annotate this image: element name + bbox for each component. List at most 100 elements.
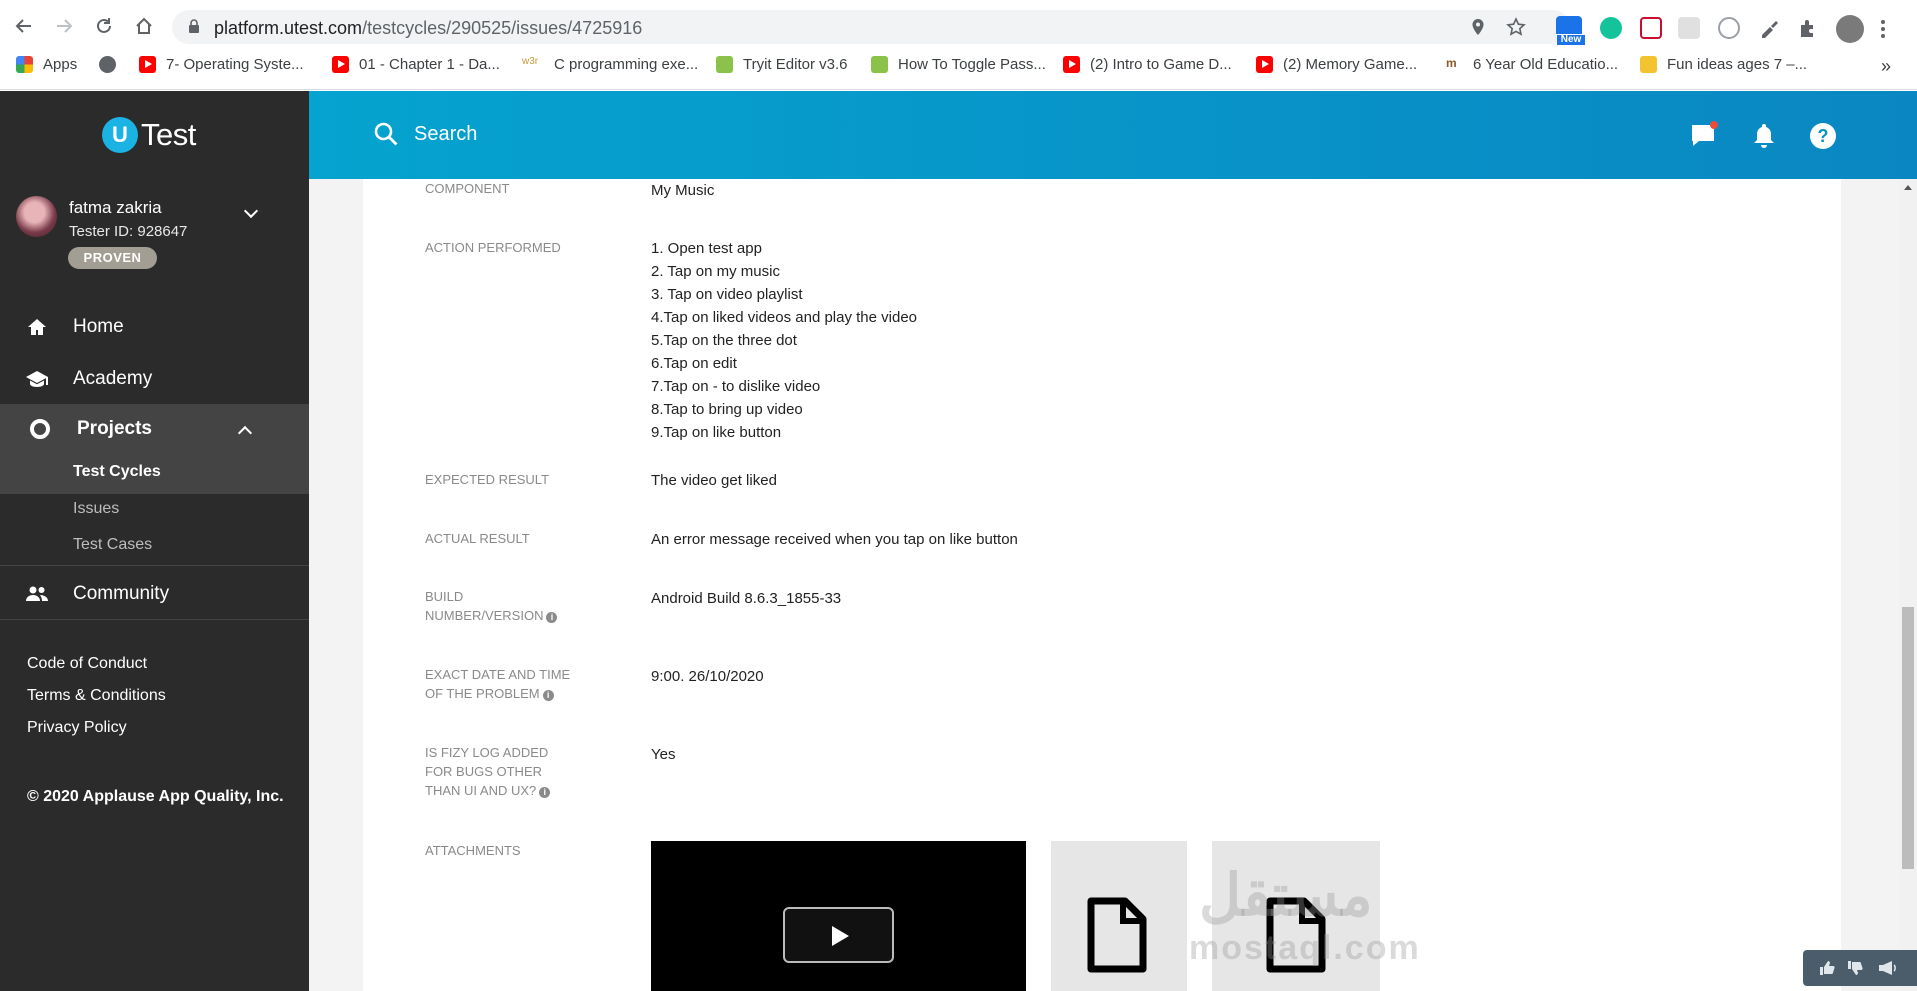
bookmark-apps[interactable]: Apps	[16, 56, 77, 73]
date-time-value: 9:00. 26/10/2020	[651, 668, 764, 685]
privacy-policy-link[interactable]: Privacy Policy	[27, 719, 127, 737]
actual-result-label: ACTUAL RESULT	[425, 531, 530, 546]
top-header: Search ?	[309, 91, 1917, 179]
grammarly-icon[interactable]	[1600, 17, 1622, 39]
avatar[interactable]	[16, 196, 57, 237]
thumbs-up-icon[interactable]	[1819, 960, 1835, 976]
file-attachment[interactable]	[1051, 841, 1187, 991]
url-path: /testcycles/290525/issues/4725916	[362, 18, 643, 38]
sidebar-subitem-issues[interactable]: Issues	[73, 500, 119, 518]
info-icon[interactable]: i	[546, 612, 558, 623]
page-scrollbar[interactable]	[1899, 179, 1917, 991]
scroll-up-arrow-icon[interactable]	[1904, 185, 1912, 190]
youtube-icon	[1256, 56, 1273, 73]
expected-result-value: The video get liked	[651, 472, 777, 489]
watermark-arabic: مستقل	[1199, 863, 1373, 928]
bookmark-operating-systems[interactable]: 7- Operating Syste...	[139, 56, 304, 73]
build-label: BUILD NUMBER/VERSION i	[425, 587, 558, 625]
sidebar-item-community[interactable]: Community	[0, 569, 309, 619]
action-step: 7.Tap on - to dislike video	[651, 378, 821, 395]
action-step: 9.Tap on like button	[651, 424, 782, 441]
terms-conditions-link[interactable]: Terms & Conditions	[27, 687, 166, 705]
profile-avatar-icon[interactable]	[1836, 15, 1864, 43]
bookmark-label: Tryit Editor v3.6	[743, 56, 848, 73]
action-step: 2. Tap on my music	[651, 263, 780, 280]
video-attachment[interactable]	[651, 841, 1026, 991]
extension-grey-icon[interactable]	[1678, 17, 1700, 39]
chevron-down-icon[interactable]	[243, 203, 259, 219]
megaphone-icon[interactable]	[1877, 960, 1899, 976]
info-icon[interactable]: i	[542, 690, 554, 701]
puzzle-icon[interactable]	[1797, 17, 1819, 39]
scrollbar-thumb[interactable]	[1902, 607, 1914, 869]
thumbs-down-icon[interactable]	[1847, 960, 1863, 976]
sidebar-item-projects[interactable]: Projects	[0, 406, 309, 452]
bookmark-globe[interactable]	[99, 56, 126, 73]
back-button[interactable]	[10, 12, 38, 40]
location-pin-icon[interactable]	[1470, 18, 1486, 36]
chevron-up-icon[interactable]	[237, 425, 253, 441]
file-icon	[1087, 897, 1147, 973]
sidebar-subitem-test-cycles[interactable]: Test Cycles	[73, 463, 161, 481]
bookmark-c-programming[interactable]: w3r C programming exe...	[522, 56, 698, 73]
date-label-line: OF THE PROBLEM	[425, 686, 540, 701]
reload-button[interactable]	[90, 12, 118, 40]
bookmark-toggle-password[interactable]: How To Toggle Pass...	[871, 56, 1046, 73]
attachments-label: ATTACHMENTS	[425, 843, 521, 858]
action-step: 8.Tap to bring up video	[651, 401, 803, 418]
bookmark-fun-ideas[interactable]: Fun ideas ages 7 –...	[1640, 56, 1807, 73]
bookmark-star-icon[interactable]	[1506, 17, 1526, 37]
extension-brush-icon[interactable]	[1758, 17, 1780, 39]
bookmarks-overflow-button[interactable]: »	[1881, 56, 1891, 77]
sidebar-subitem-test-cases[interactable]: Test Cases	[73, 536, 152, 554]
browser-menu-icon[interactable]	[1878, 16, 1888, 42]
bookmark-intro-game[interactable]: (2) Intro to Game D...	[1063, 56, 1232, 73]
browser-chrome: platform.utest.com/testcycles/290525/iss…	[0, 0, 1917, 90]
address-bar[interactable]: platform.utest.com/testcycles/290525/iss…	[172, 10, 1570, 44]
search-label[interactable]: Search	[414, 123, 477, 146]
extension-shield-icon[interactable]	[1640, 17, 1662, 39]
bookmark-education[interactable]: m 6 Year Old Educatio...	[1446, 56, 1618, 73]
apps-grid-icon	[16, 56, 33, 73]
chat-bubble-icon[interactable]	[1689, 121, 1719, 151]
component-value: My Music	[651, 182, 715, 199]
bookmark-label: 7- Operating Syste...	[166, 56, 304, 73]
arrow-left-icon	[15, 19, 31, 33]
forward-button[interactable]	[50, 12, 78, 40]
action-step: 4.Tap on liked videos and play the video	[651, 309, 918, 326]
home-button[interactable]	[130, 12, 158, 40]
smiley-icon	[1640, 56, 1657, 73]
sidebar-item-home[interactable]: Home	[0, 302, 309, 352]
info-icon[interactable]: i	[539, 787, 551, 798]
url-host: platform.utest.com	[214, 18, 363, 38]
sidebar-divider	[0, 619, 309, 620]
build-label-line: NUMBER/VERSION	[425, 608, 544, 623]
bookmark-label: C programming exe...	[554, 56, 699, 73]
extension-new-icon[interactable]: New	[1556, 16, 1586, 46]
play-icon[interactable]	[783, 907, 894, 963]
date-label-line: EXACT DATE AND TIME	[425, 667, 571, 682]
lock-icon	[189, 19, 199, 33]
sidebar-item-academy[interactable]: Academy	[0, 354, 309, 404]
extension-round-icon[interactable]	[1718, 17, 1740, 39]
globe-icon	[99, 56, 116, 73]
help-icon[interactable]: ?	[1808, 121, 1838, 151]
feedback-widget[interactable]	[1803, 950, 1917, 986]
expected-result-label: EXPECTED RESULT	[425, 472, 550, 487]
logo-mark: U	[102, 117, 138, 153]
svg-text:?: ?	[1818, 126, 1829, 146]
url-text: platform.utest.com/testcycles/290525/iss…	[214, 18, 642, 39]
bookmark-memory-game[interactable]: (2) Memory Game...	[1256, 56, 1417, 73]
site-icon: m	[1446, 56, 1457, 70]
w3schools-icon	[716, 56, 733, 73]
utest-logo[interactable]: U Test	[102, 117, 196, 153]
fizy-label-line: THAN UI AND UX?	[425, 783, 537, 798]
bookmark-chapter-1[interactable]: 01 - Chapter 1 - Da...	[332, 56, 500, 73]
bookmark-tryit-editor[interactable]: Tryit Editor v3.6	[716, 56, 847, 73]
bell-icon[interactable]	[1749, 121, 1779, 151]
date-time-label: EXACT DATE AND TIME OF THE PROBLEM i	[425, 665, 570, 703]
bookmark-label: (2) Intro to Game D...	[1090, 56, 1232, 73]
people-icon	[24, 581, 50, 607]
code-of-conduct-link[interactable]: Code of Conduct	[27, 655, 147, 673]
search-icon[interactable]	[373, 121, 399, 147]
